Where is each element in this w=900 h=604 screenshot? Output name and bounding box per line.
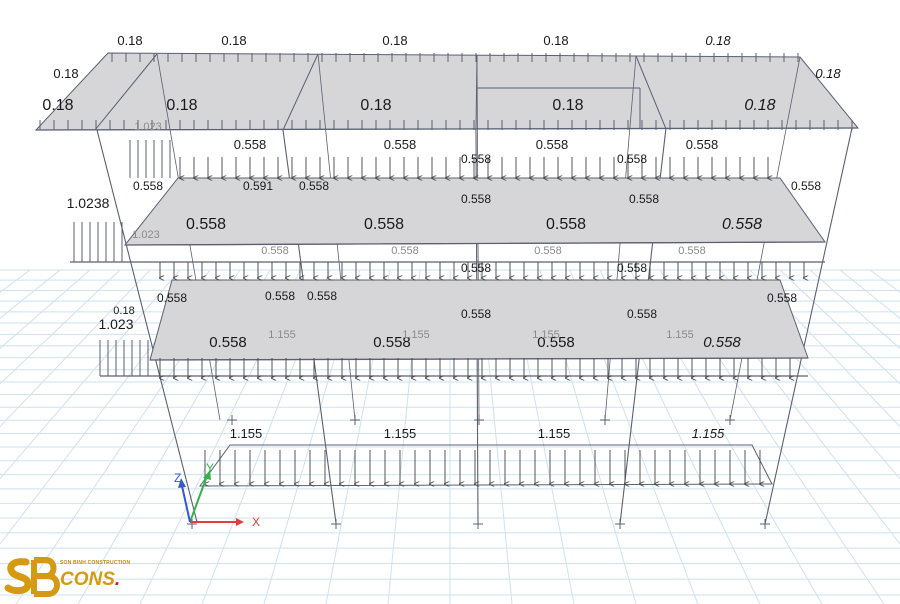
grid-line-v: [0, 269, 91, 349]
upper-side-label-5: 0.558: [461, 192, 491, 206]
upper-slab: [123, 177, 826, 246]
lower-overhang-label: 1.023: [98, 316, 133, 332]
model-viewport[interactable]: 0.18 0.18 0.18 0.18 0.18 0.18 0.18 0.18 0.18 0.18…: [0, 0, 900, 604]
lower-side-label-7: 0.558: [627, 307, 657, 321]
grid-line-v: [0, 269, 31, 293]
sb-logo-icon: [4, 557, 60, 597]
upper-edge-label-2: 0.558: [384, 137, 417, 152]
lower-side-label-1: 0.558: [157, 291, 187, 305]
upper-side-label-8: 0.558: [791, 179, 821, 193]
grid-line-v: [0, 269, 61, 319]
grid-line-v: [839, 269, 900, 319]
upper-side-label-3: 0.558: [299, 179, 329, 193]
upper-faint-label-4: 0.558: [534, 245, 562, 257]
etabs-3d-view: 0.18 0.18 0.18 0.18 0.18 0.18 0.18 0.18 0.18 0.18…: [0, 0, 900, 604]
x-axis-label: X: [252, 515, 260, 529]
upper-overhang-label: 1.0238: [67, 195, 110, 211]
roof-edge-label-4: 0.18: [543, 33, 568, 48]
roof-edge-label-3: 0.18: [382, 33, 407, 48]
roof-area-label-4: 0.18: [552, 97, 583, 114]
ground-load-label-4: 1.155: [692, 426, 725, 441]
lower-side-label-3: 0.558: [307, 289, 337, 303]
roof-edge-label-5: 0.18: [705, 33, 731, 48]
upper-side-label-2: 0.591: [243, 179, 273, 193]
roof-area-label-1: 0.18: [42, 97, 73, 114]
lower-area-label-4: 0.558: [703, 334, 741, 351]
lower-area-label-1: 0.558: [209, 334, 247, 351]
upper-side-label-6: 0.558: [617, 152, 647, 166]
roof-area-label-3: 0.18: [360, 97, 391, 114]
upper-edge-label-3: 0.558: [536, 137, 569, 152]
upper-area-label-2: 0.558: [364, 216, 404, 233]
ground-load-label-1: 1.155: [230, 426, 263, 441]
grid-line-v: [869, 269, 900, 293]
z-axis-label: Z: [174, 471, 181, 485]
logo-word: CONS: [60, 569, 115, 590]
roof-side-label-right: 0.18: [815, 66, 841, 81]
axis-triad: X Y Z: [174, 461, 260, 529]
ground-load-label-3: 1.155: [538, 426, 571, 441]
grid-line-v: [809, 269, 900, 349]
upper-faint-label-3: 0.558: [391, 245, 419, 257]
lower-faint-label-3: 1.155: [532, 329, 560, 341]
upper-edge-label-4: 0.558: [686, 137, 719, 152]
lower-side-label-4: 0.558: [461, 261, 491, 275]
upper-side-label-7: 0.558: [629, 192, 659, 206]
upper-side-label-4: 0.558: [461, 152, 491, 166]
lower-small-label: 0.18: [113, 305, 134, 317]
roof-slab: [34, 52, 860, 131]
upper-edge-label-1: 0.558: [234, 137, 267, 152]
lower-faint-label-1: 1.155: [268, 329, 296, 341]
roof-side-label-left: 0.18: [53, 66, 78, 81]
roof-edge-label-2: 0.18: [221, 33, 246, 48]
logo-dot: .: [114, 569, 121, 590]
grid-line-v: [0, 269, 181, 480]
lower-side-label-8: 0.558: [767, 291, 797, 305]
roof-area-label-5: 0.18: [744, 97, 775, 114]
lower-faint-label-2: 1.155: [402, 329, 430, 341]
upper-faint-label-1: 1.023: [132, 229, 160, 241]
x-axis-arrow: [236, 518, 244, 526]
lower-side-label-2: 0.558: [265, 289, 295, 303]
logo-subtitle: SON BINH CONSTRUCTION: [60, 560, 131, 566]
lower-faint-label-4: 1.155: [666, 329, 694, 341]
upper-faint-label-2: 0.558: [261, 245, 289, 257]
lower-side-label-5: 0.558: [461, 307, 491, 321]
top-overhang-label: 1.023: [134, 121, 162, 133]
upper-faint-label-5: 0.558: [678, 245, 706, 257]
ground-load-label-2: 1.155: [384, 426, 417, 441]
logo-wordmark: CONS.: [60, 569, 120, 591]
roof-edge-label-1: 0.18: [117, 33, 142, 48]
roof-area-label-2: 0.18: [166, 97, 197, 114]
ground-beam: [199, 444, 773, 487]
upper-area-label-1: 0.558: [186, 216, 226, 233]
lower-side-label-6: 0.558: [617, 261, 647, 275]
upper-area-label-3: 0.558: [546, 216, 586, 233]
upper-side-label-1: 0.558: [133, 179, 163, 193]
upper-area-label-4: 0.558: [722, 216, 762, 233]
company-logo: SON BINH CONSTRUCTION CONS.: [4, 556, 134, 600]
y-axis-label: Y: [206, 461, 214, 475]
